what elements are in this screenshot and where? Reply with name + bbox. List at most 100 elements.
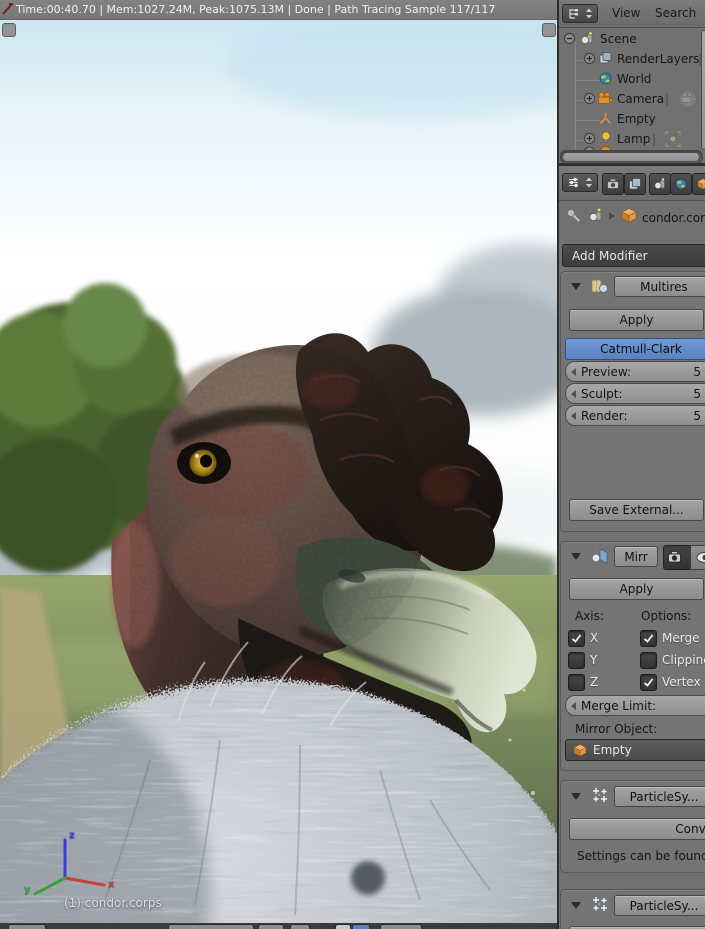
pin-icon[interactable] (565, 207, 582, 224)
particle-settings-note: Settings can be found insi (577, 849, 705, 863)
mirror-object-dropdown[interactable]: Empty (565, 739, 705, 761)
slider-label: Sculpt: (581, 386, 623, 401)
area-corner-widget-right[interactable] (542, 23, 556, 37)
decrement-arrow[interactable] (571, 411, 576, 420)
scene-icon (581, 32, 593, 44)
decrement-arrow[interactable] (571, 701, 576, 710)
lamp-restrict-icon[interactable] (664, 130, 682, 148)
partial-button[interactable] (352, 924, 370, 929)
modifier-name-field[interactable]: ParticleSy... (614, 786, 705, 807)
check-icon (643, 634, 654, 643)
render-camera-icon (607, 178, 619, 189)
rendered-condor-scene (0, 0, 557, 929)
mirror-apply-button[interactable]: Apply (569, 578, 704, 600)
axis-y-label[interactable]: Y (590, 653, 597, 667)
world-tab-icon (675, 178, 687, 190)
camera-restrict-icon[interactable] (678, 89, 698, 109)
subdivision-type-catmull-clark[interactable]: Catmull-Clark (565, 338, 705, 360)
expand-plus-icon[interactable] (583, 132, 596, 145)
world-icon (599, 72, 612, 85)
option-vertex-label[interactable]: Vertex (662, 675, 701, 689)
tab-world[interactable] (670, 173, 692, 195)
sculpt-slider[interactable]: Sculpt: 5 (565, 383, 705, 404)
particles-modifier-icon (593, 788, 607, 802)
modifier-visibility-toggle[interactable] (690, 545, 705, 570)
modifier-render-toggle[interactable] (663, 545, 692, 570)
option-clipping-label[interactable]: Clipping (662, 653, 705, 667)
partial-button[interactable] (8, 924, 46, 929)
modifier-name-field[interactable]: Mirr (614, 546, 658, 567)
tab-object[interactable] (692, 173, 705, 195)
axis-z-label[interactable]: Z (590, 675, 598, 689)
area-corner-widget-left[interactable] (2, 23, 16, 37)
option-clipping-checkbox[interactable] (640, 652, 657, 669)
outliner-item-renderlayers[interactable]: RenderLayers (617, 52, 699, 66)
outliner-item-camera[interactable]: Camera (617, 92, 664, 106)
updown-arrows-icon (585, 8, 592, 19)
outliner-menu-search[interactable]: Search (655, 6, 696, 20)
empty-icon (599, 112, 612, 125)
outliner-editor-type-button[interactable] (562, 4, 598, 23)
partial-button[interactable] (290, 924, 310, 929)
tab-scene[interactable] (649, 173, 671, 195)
panel-collapse-arrow[interactable] (571, 283, 581, 290)
mirror-modifier-icon (591, 548, 608, 564)
panel-collapse-arrow[interactable] (571, 793, 581, 800)
breadcrumb-object-name[interactable]: condor.cor (642, 211, 705, 225)
tab-render[interactable] (602, 173, 624, 195)
item-separator: | (652, 132, 657, 146)
properties-header (559, 166, 705, 201)
axis-y-checkbox[interactable] (568, 652, 585, 669)
option-merge-label[interactable]: Merge (662, 631, 699, 645)
merge-limit-slider[interactable]: Merge Limit: (565, 695, 705, 716)
breadcrumb-object-cube-icon[interactable] (620, 206, 638, 224)
save-external-button[interactable]: Save External... (569, 499, 704, 521)
outliner-item-lamp[interactable]: Lamp (617, 132, 650, 146)
outliner-vscrollbar[interactable] (701, 30, 705, 150)
preview-slider[interactable]: Preview: 5 (565, 361, 705, 382)
expand-plus-icon[interactable] (583, 52, 596, 65)
axis-z-label: z (69, 830, 75, 841)
axis-z-checkbox[interactable] (568, 674, 585, 691)
option-vertex-checkbox[interactable] (640, 674, 657, 691)
partial-button[interactable] (335, 924, 351, 929)
blender-window: Time:00:40.70 | Mem:1027.24M, Peak:1075.… (0, 0, 705, 929)
dropdown-object-cube-icon (573, 744, 587, 757)
modifier-name-field[interactable]: ParticleSy... (614, 895, 705, 916)
axis-x-checkbox[interactable] (568, 630, 585, 647)
outliner-item-scene[interactable]: Scene (600, 32, 637, 46)
decrement-arrow[interactable] (571, 367, 576, 376)
outliner-item-empty[interactable]: Empty (617, 112, 656, 126)
add-modifier-button[interactable]: Add Modifier (562, 244, 705, 267)
eye-icon (696, 552, 705, 563)
slider-value: 5 (693, 364, 701, 379)
axis-x-label[interactable]: X (590, 631, 598, 645)
multires-apply-button[interactable]: Apply (569, 309, 704, 331)
properties-icon (569, 177, 579, 188)
tab-render-layers[interactable] (624, 173, 646, 195)
check-icon (643, 678, 654, 687)
partial-button[interactable] (168, 924, 254, 929)
collapse-minus-icon[interactable] (563, 32, 576, 45)
multires-modifier-icon (591, 279, 608, 293)
convert-button[interactable]: Convert (569, 818, 705, 840)
decrement-arrow[interactable] (571, 389, 576, 398)
option-merge-checkbox[interactable] (640, 630, 657, 647)
outliner-item-world[interactable]: World (617, 72, 651, 86)
render-slider[interactable]: Render: 5 (565, 405, 705, 426)
axis-x-label: x (108, 879, 115, 890)
partial-button[interactable] (380, 924, 422, 929)
modifier-name-field[interactable]: Multires (614, 276, 705, 297)
partial-button[interactable] (258, 924, 284, 929)
3d-viewport[interactable]: Time:00:40.70 | Mem:1027.24M, Peak:1075.… (0, 0, 557, 929)
outliner-menu-view[interactable]: View (612, 6, 640, 20)
panel-collapse-arrow[interactable] (571, 553, 581, 560)
object-cube-icon (698, 179, 705, 189)
outliner-hscrollbar[interactable] (560, 150, 703, 164)
render-info-bar: Time:00:40.70 | Mem:1027.24M, Peak:1075.… (0, 0, 557, 20)
properties-editor-type-button[interactable] (562, 173, 598, 192)
breadcrumb-scene-icon[interactable] (588, 207, 604, 223)
expand-plus-icon[interactable] (583, 92, 596, 105)
panel-collapse-arrow[interactable] (571, 902, 581, 909)
mirror-object-value: Empty (593, 743, 632, 757)
